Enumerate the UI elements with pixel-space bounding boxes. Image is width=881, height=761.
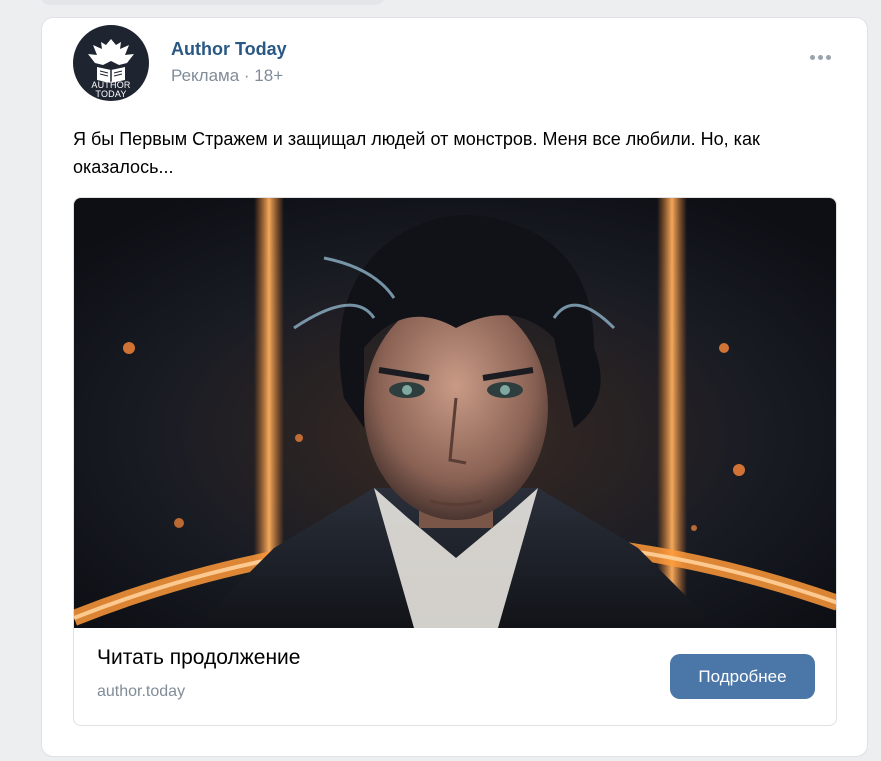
avatar-text-today: TODAY	[95, 89, 127, 99]
ad-image[interactable]	[74, 198, 837, 628]
attachment-domain: author.today	[97, 683, 186, 700]
previous-block-edge	[40, 0, 385, 5]
author-name-link[interactable]: Author Today	[171, 39, 287, 60]
more-horizontal-icon	[809, 54, 815, 60]
more-options-button[interactable]	[800, 44, 840, 70]
attachment-title[interactable]: Читать продолжение	[97, 646, 300, 670]
post-text: Я бы Первым Стражем и защищал людей от м…	[73, 129, 760, 177]
ad-post-card: AUTHOR TODAY Author Today Реклама · 18+ …	[41, 17, 868, 757]
ad-age-label: Реклама · 18+	[171, 66, 284, 85]
more-horizontal-icon-dot	[817, 54, 823, 60]
more-horizontal-icon-dot	[825, 54, 831, 60]
author-avatar[interactable]: AUTHOR TODAY	[73, 25, 149, 101]
ad-attachment[interactable]: Читать продолжение author.today Подробне…	[73, 197, 837, 726]
details-button[interactable]: Подробнее	[670, 654, 815, 699]
